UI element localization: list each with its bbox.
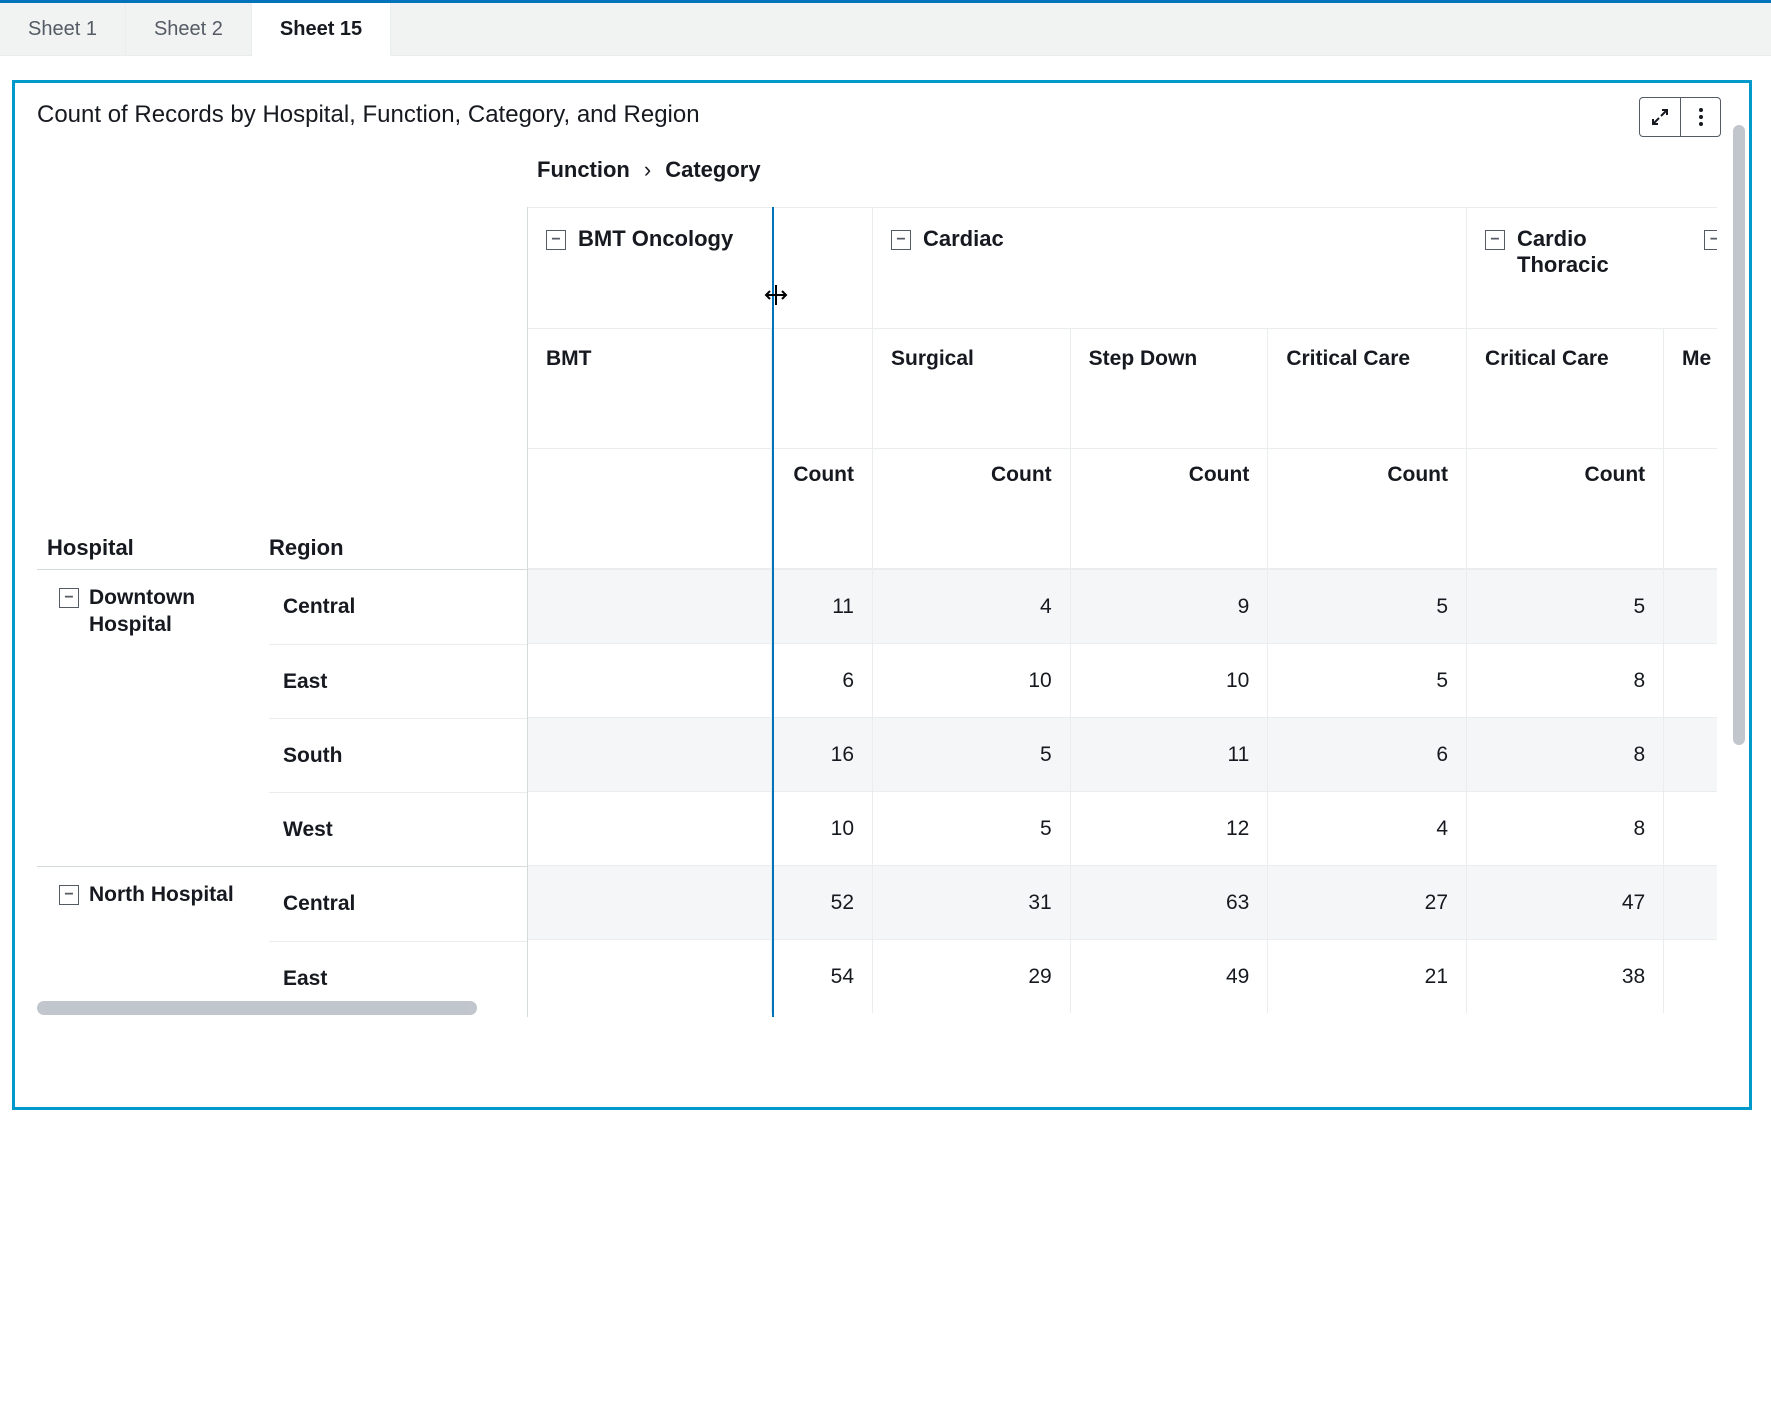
collapse-icon[interactable]: −: [1485, 230, 1505, 250]
breadcrumb-function[interactable]: Function: [537, 157, 630, 183]
fn-col-bmt-oncology: − BMT Oncology BMT Count 11: [528, 207, 873, 1013]
data-cell[interactable]: 5: [873, 791, 1071, 865]
row-group-north: − North Hospital Central East: [37, 866, 527, 1015]
fn-label[interactable]: Cardio Thoracic: [1517, 226, 1637, 278]
metric-label: Count: [1467, 449, 1664, 568]
hospital-label[interactable]: Downtown Hospital: [89, 584, 259, 639]
region-cell[interactable]: Central: [269, 867, 527, 941]
data-cell[interactable]: 6: [1268, 717, 1466, 791]
data-cell[interactable]: 6: [772, 643, 872, 717]
collapse-icon[interactable]: −: [59, 885, 79, 905]
tab-sheet-2[interactable]: Sheet 2: [126, 3, 252, 55]
chevron-right-icon: ›: [644, 157, 651, 183]
data-cell[interactable]: 5: [1268, 643, 1466, 717]
data-cell[interactable]: 4: [873, 569, 1071, 643]
hospital-label[interactable]: North Hospital: [89, 881, 234, 908]
metric-label: Count: [873, 449, 1071, 568]
collapse-icon[interactable]: −: [546, 230, 566, 250]
data-cell[interactable]: 11: [772, 569, 872, 643]
more-options-icon[interactable]: [1680, 98, 1720, 136]
collapse-icon[interactable]: −: [1704, 230, 1717, 250]
fn-label[interactable]: Cardiac: [923, 226, 1004, 252]
metric-label: Count: [1071, 449, 1269, 568]
region-cell[interactable]: East: [269, 644, 527, 718]
data-cell[interactable]: 11: [1071, 717, 1269, 791]
region-cell[interactable]: South: [269, 718, 527, 792]
data-cell[interactable]: 10: [772, 791, 872, 865]
data-cell[interactable]: 52: [772, 865, 872, 939]
cat-label[interactable]: Critical Care: [1467, 329, 1664, 448]
collapse-icon[interactable]: −: [59, 588, 79, 608]
column-hierarchy-breadcrumb: Function › Category: [537, 157, 1749, 183]
row-dim-region-label: Region: [269, 535, 344, 561]
data-cell[interactable]: 10: [873, 643, 1071, 717]
tab-sheet-15[interactable]: Sheet 15: [252, 3, 391, 56]
data-cell[interactable]: 5: [873, 717, 1071, 791]
data-cell[interactable]: 54: [772, 939, 872, 1013]
app-root: Sheet 1 Sheet 2 Sheet 15 Count of Record…: [0, 0, 1771, 1402]
row-group-downtown: − Downtown Hospital Central East South W…: [37, 569, 527, 866]
fn-col-cardiac: − Cardiac Surgical Step Down Critical Ca…: [873, 207, 1467, 1013]
data-cell[interactable]: 21: [1268, 939, 1466, 1013]
visual-frame[interactable]: Count of Records by Hospital, Function, …: [12, 80, 1752, 1110]
horizontal-scrollbar[interactable]: [37, 1001, 477, 1015]
fn-label[interactable]: BMT Oncology: [578, 226, 733, 252]
row-dim-hospital-label: Hospital: [47, 535, 269, 561]
data-cell[interactable]: 8: [1467, 791, 1664, 865]
data-cell[interactable]: 27: [1268, 865, 1466, 939]
tab-sheet-1[interactable]: Sheet 1: [0, 3, 126, 55]
data-cell[interactable]: 29: [873, 939, 1071, 1013]
visual-title: Count of Records by Hospital, Function, …: [37, 101, 1749, 129]
data-cell[interactable]: 31: [873, 865, 1071, 939]
row-header-pane: Hospital Region − Downtown Hospital Cent…: [37, 207, 527, 1017]
visual-toolbar: [1639, 97, 1721, 137]
data-cell[interactable]: 12: [1071, 791, 1269, 865]
collapse-icon[interactable]: −: [891, 230, 911, 250]
metric-label: Count: [772, 449, 872, 568]
blank-canvas-area: [0, 1122, 1771, 1402]
data-pane: − BMT Oncology BMT Count 11: [527, 207, 1717, 1017]
sheet-tabstrip: Sheet 1 Sheet 2 Sheet 15: [0, 0, 1771, 56]
data-cell[interactable]: 4: [1268, 791, 1466, 865]
data-cell[interactable]: 49: [1071, 939, 1269, 1013]
metric-label: Count: [1268, 449, 1466, 568]
cat-label[interactable]: Step Down: [1071, 329, 1269, 448]
cat-label[interactable]: Critical Care: [1268, 329, 1466, 448]
data-cell[interactable]: 10: [1071, 643, 1269, 717]
expand-icon[interactable]: [1640, 98, 1680, 136]
data-cell[interactable]: 5: [1268, 569, 1466, 643]
breadcrumb-category[interactable]: Category: [665, 157, 760, 183]
cat-label[interactable]: Surgical: [873, 329, 1071, 448]
cat-label[interactable]: BMT: [528, 329, 772, 448]
cat-label[interactable]: Me: [1664, 329, 1717, 448]
fn-col-cardio-thoracic: − Cardio Thoracic − Critical Care Me Cou…: [1467, 207, 1717, 1013]
region-cell[interactable]: West: [269, 792, 527, 866]
data-cell[interactable]: 5: [1467, 569, 1664, 643]
data-cell[interactable]: 8: [1467, 717, 1664, 791]
data-cell[interactable]: 16: [772, 717, 872, 791]
data-cell[interactable]: 38: [1467, 939, 1664, 1013]
data-cell[interactable]: 9: [1071, 569, 1269, 643]
pivot-table: Hospital Region − Downtown Hospital Cent…: [37, 207, 1717, 1017]
column-resize-guide[interactable]: [772, 207, 774, 1017]
data-cell[interactable]: 63: [1071, 865, 1269, 939]
data-cell[interactable]: 47: [1467, 865, 1664, 939]
data-cell[interactable]: 8: [1467, 643, 1664, 717]
region-cell[interactable]: Central: [269, 570, 527, 644]
vertical-scrollbar[interactable]: [1733, 125, 1745, 745]
